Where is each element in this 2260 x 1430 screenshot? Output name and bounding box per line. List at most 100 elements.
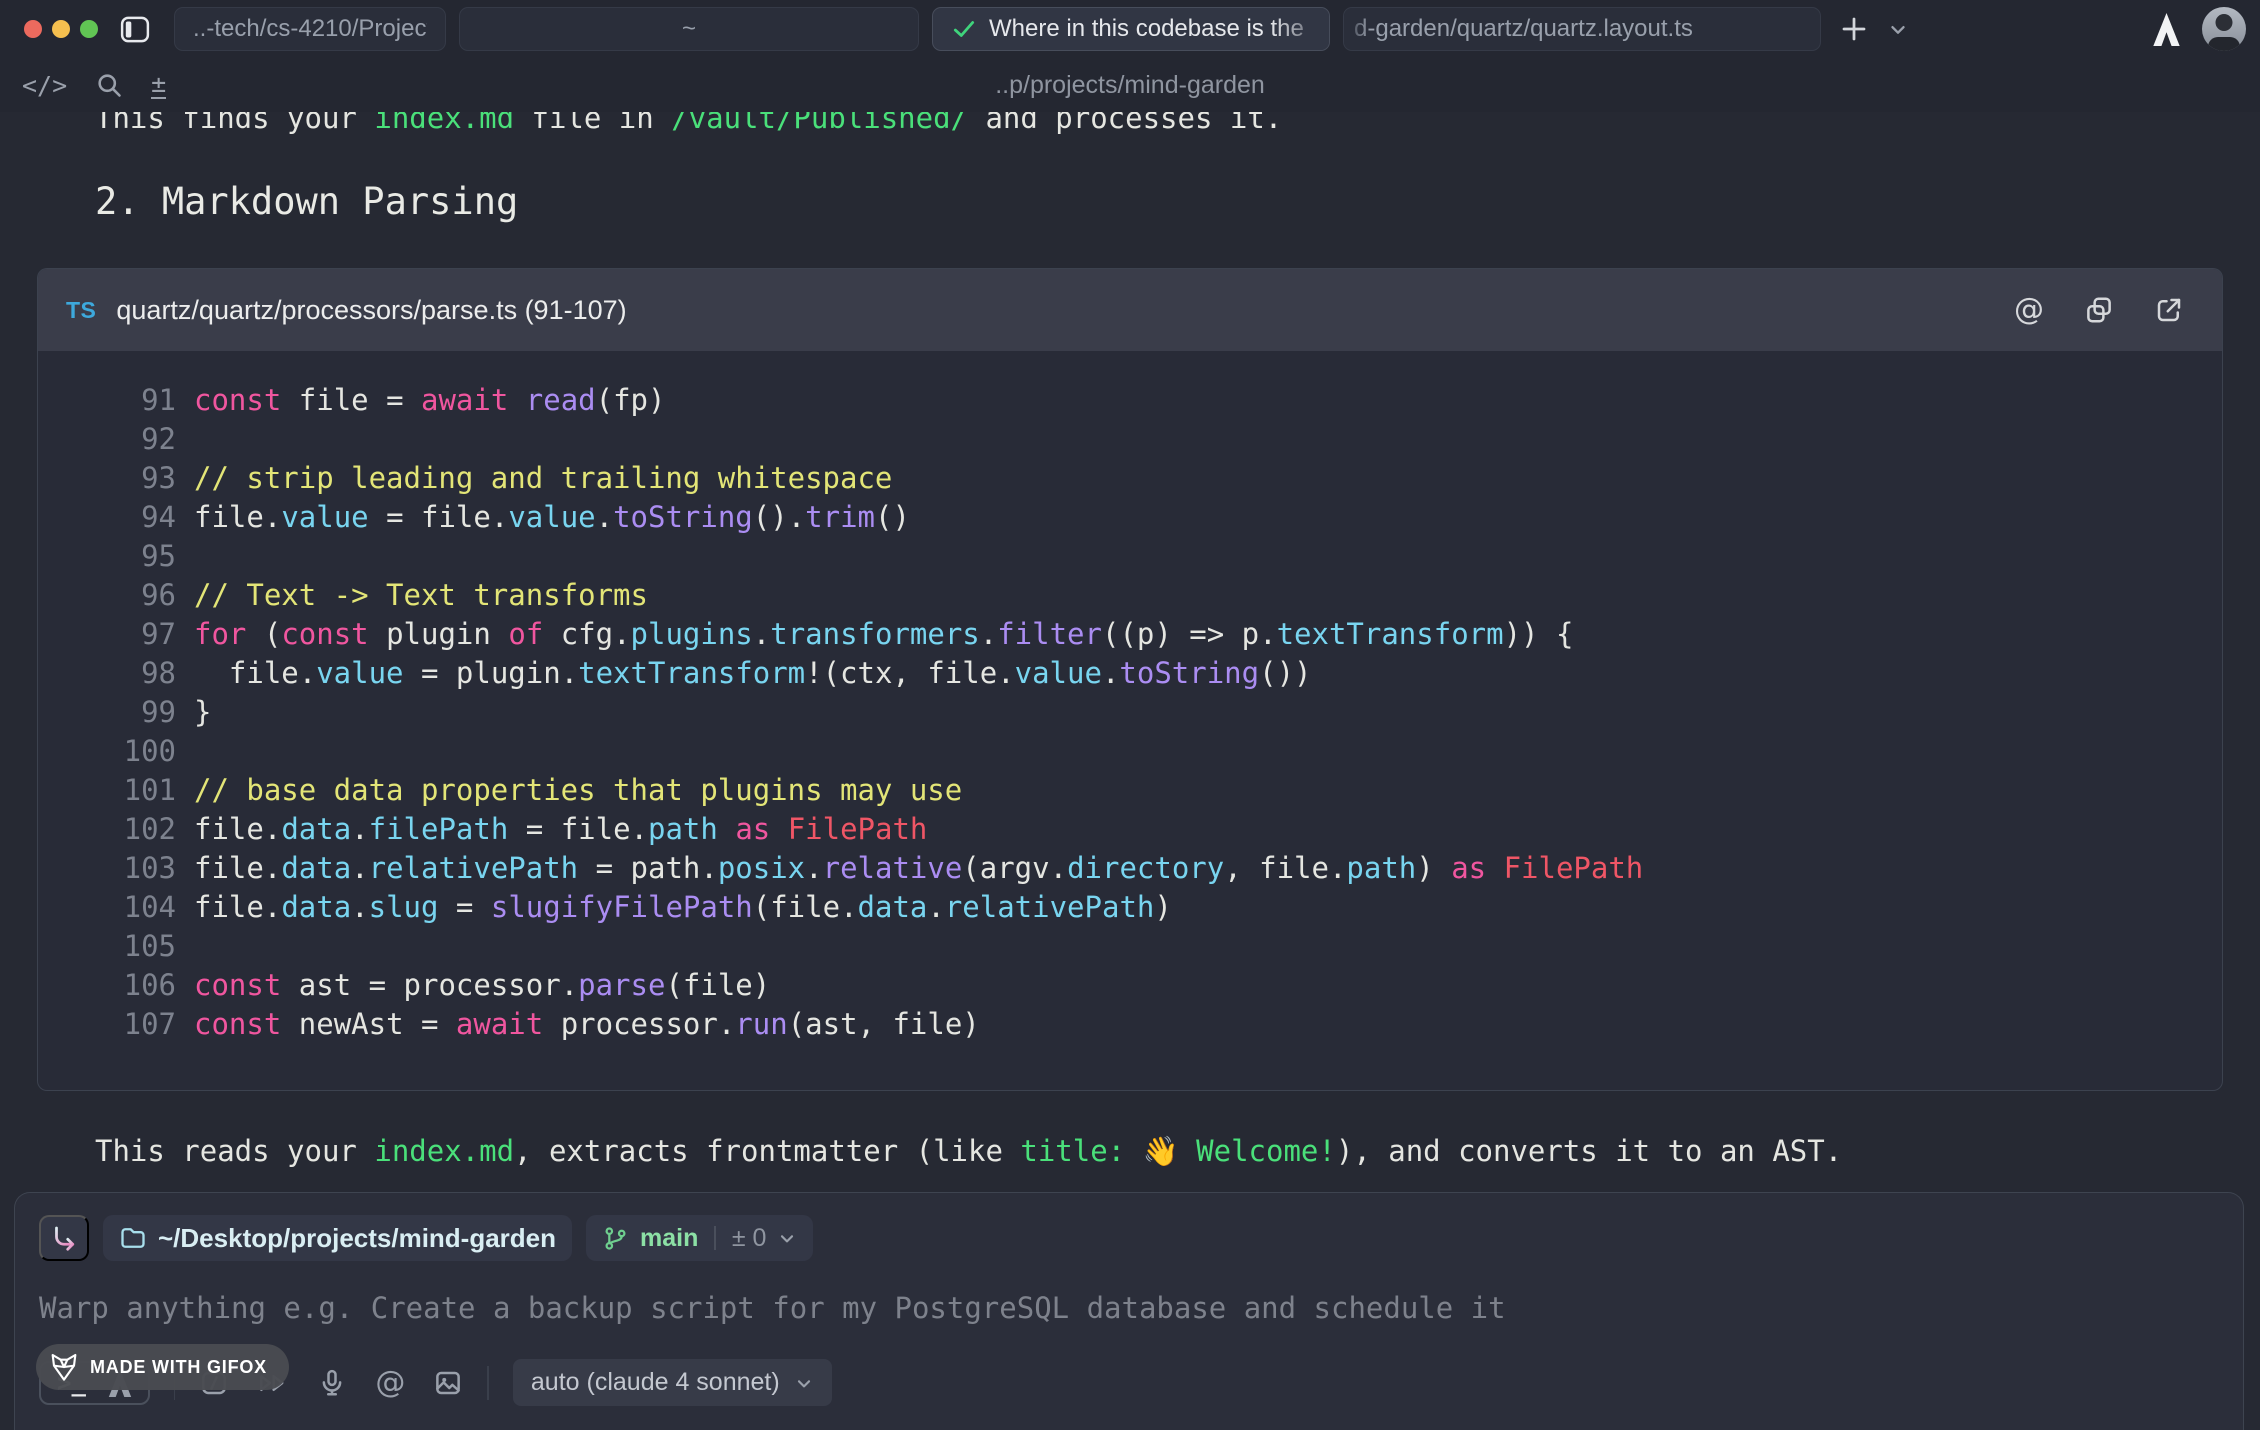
tab-label: ~ — [682, 15, 696, 43]
line-number: 107 — [38, 1005, 176, 1044]
line-number: 95 — [38, 537, 176, 576]
text-segment: This finds your — [95, 112, 374, 135]
input-placeholder: Warp anything e.g. Create a backup scrip… — [39, 1291, 1506, 1325]
tab-project1[interactable]: ..-tech/cs-4210/Project1 — [174, 7, 446, 51]
return-arrow-icon — [57, 1228, 73, 1249]
code-block: TS quartz/quartz/processors/parse.ts (91… — [37, 268, 2223, 1091]
tab-home[interactable]: ~ — [459, 7, 919, 51]
text-segment: and processes it. — [968, 112, 1282, 135]
tab-label: d-garden/quartz/quartz.layout.ts — [1354, 15, 1693, 43]
sidebar-toggle-icon[interactable] — [120, 16, 150, 43]
code-line: 102 file.data.filePath = file.path as Fil… — [38, 810, 2222, 849]
section-heading: 2. Markdown Parsing — [95, 176, 2223, 228]
traffic-lights — [24, 20, 98, 38]
command-input[interactable]: Warp anything e.g. Create a backup scrip… — [39, 1291, 2219, 1325]
code-line: 100 — [38, 732, 2222, 771]
chevron-down-icon — [777, 1228, 797, 1248]
line-number: 100 — [38, 732, 176, 771]
code-block-title: quartz/quartz/processors/parse.ts (91-10… — [116, 295, 626, 326]
line-code: file.value = plugin.textTransform!(ctx, … — [194, 654, 1312, 693]
mention-icon[interactable]: @ — [375, 1368, 405, 1398]
code-line: 92 — [38, 420, 2222, 459]
titlebar: ..-tech/cs-4210/Project1 ~ Where in this… — [0, 0, 2260, 58]
code-line: 95 — [38, 537, 2222, 576]
divider — [714, 1226, 716, 1250]
model-selector[interactable]: auto (claude 4 sonnet) — [513, 1359, 832, 1406]
code-line: 99} — [38, 693, 2222, 732]
code-line: 98 file.value = plugin.textTransform!(ct… — [38, 654, 2222, 693]
copy-icon[interactable] — [2084, 295, 2114, 325]
gifox-badge: MADE WITH GIFOX — [36, 1344, 289, 1390]
attach-image-icon[interactable] — [433, 1368, 463, 1398]
git-branch-name: main — [640, 1224, 698, 1253]
line-number: 101 — [38, 771, 176, 810]
line-number: 106 — [38, 966, 176, 1005]
directory-chip[interactable]: ~/Desktop/projects/mind-garden — [103, 1215, 572, 1261]
line-number: 94 — [38, 498, 176, 537]
search-icon[interactable] — [95, 71, 123, 99]
line-code: file.data.slug = slugifyFilePath(file.da… — [194, 888, 1172, 927]
tab-quartz-layout[interactable]: d-garden/quartz/quartz.layout.ts — [1343, 7, 1821, 51]
line-code: // Text -> Text transforms — [194, 576, 648, 615]
text-segment: This reads your — [95, 1134, 374, 1168]
model-name: auto (claude 4 sonnet) — [531, 1368, 780, 1397]
code-block-header: TS quartz/quartz/processors/parse.ts (91… — [38, 269, 2222, 351]
conversation-pane: This finds your index.md file in /vault/… — [0, 112, 2260, 1192]
window-toolbar: ..p/projects/mind-garden </> ± — [0, 58, 2260, 112]
code-line: 96 // Text -> Text transforms — [38, 576, 2222, 615]
text-segment: file in — [514, 112, 671, 135]
tab-bar: ..-tech/cs-4210/Project1 ~ Where in this… — [174, 7, 1821, 51]
git-branch-icon — [602, 1225, 629, 1252]
avatar[interactable] — [2202, 7, 2246, 51]
session-path: ..p/projects/mind-garden — [0, 71, 2260, 100]
code-line: 103 file.data.relativePath = path.posix.r… — [38, 849, 2222, 888]
line-number: 102 — [38, 810, 176, 849]
git-changes-count: ± 0 — [732, 1224, 767, 1253]
line-number: 91 — [38, 381, 176, 420]
microphone-icon[interactable] — [317, 1368, 347, 1398]
line-code: file.data.filePath = file.path as FilePa… — [194, 810, 927, 849]
line-number: 97 — [38, 615, 176, 654]
tab-codebase-question[interactable]: Where in this codebase is the — [932, 7, 1330, 51]
line-number: 103 — [38, 849, 176, 888]
zoom-window-button[interactable] — [80, 20, 98, 38]
line-number: 99 — [38, 693, 176, 732]
assistant-text-intro: This finds your index.md file in /vault/… — [95, 112, 2223, 140]
text-segment: index.md — [374, 1134, 514, 1168]
new-tab-button[interactable] — [1839, 14, 1869, 44]
close-window-button[interactable] — [24, 20, 42, 38]
line-code: // base data properties that plugins may… — [194, 771, 962, 810]
minimize-window-button[interactable] — [52, 20, 70, 38]
gifox-label: MADE WITH GIFOX — [90, 1357, 267, 1378]
fox-icon — [48, 1351, 80, 1383]
mention-file-icon[interactable]: @ — [2014, 295, 2044, 325]
text-segment: 👋 — [1143, 1134, 1197, 1168]
tab-label: Where in this codebase is the — [989, 15, 1304, 43]
line-code: file.data.relativePath = path.posix.rela… — [194, 849, 1643, 888]
insert-directory-button[interactable] — [39, 1215, 89, 1261]
warp-logo — [2153, 13, 2180, 46]
divider — [487, 1366, 489, 1400]
git-chip[interactable]: main ± 0 — [586, 1215, 813, 1261]
input-panel: ~/Desktop/projects/mind-garden main ± 0 … — [14, 1192, 2244, 1430]
blocks-toggle-icon[interactable]: </> — [22, 71, 67, 100]
code-lines: 91 const file = await read(fp) 9293// stri… — [38, 351, 2222, 1090]
tab-list-chevron-icon[interactable] — [1887, 18, 1909, 40]
line-code: // strip leading and trailing whitespace — [194, 459, 892, 498]
text-segment: /vault/Published/ — [671, 112, 968, 135]
input-toolbar: >_ @ auto (claude 4 sonnet) — [39, 1359, 2219, 1406]
line-code: const ast = processor.parse(file) — [194, 966, 770, 1005]
diff-icon[interactable]: ± — [151, 71, 166, 99]
assistant-text-outro: This reads your index.md, extracts front… — [95, 1129, 2223, 1173]
code-line: 107 const newAst = await processor.run(as… — [38, 1005, 2222, 1044]
line-number: 96 — [38, 576, 176, 615]
line-code: const newAst = await processor.run(ast, … — [194, 1005, 980, 1044]
code-line: 105 — [38, 927, 2222, 966]
code-line: 94file.value = file.value.toString().tri… — [38, 498, 2222, 537]
text-segment: , extracts frontmatter (like — [514, 1134, 1020, 1168]
line-number: 92 — [38, 420, 176, 459]
line-code: const file = await read(fp) — [194, 381, 665, 420]
code-line: 93// strip leading and trailing whitespa… — [38, 459, 2222, 498]
code-line: 101 // base data properties that plugins … — [38, 771, 2222, 810]
open-external-icon[interactable] — [2154, 295, 2184, 325]
